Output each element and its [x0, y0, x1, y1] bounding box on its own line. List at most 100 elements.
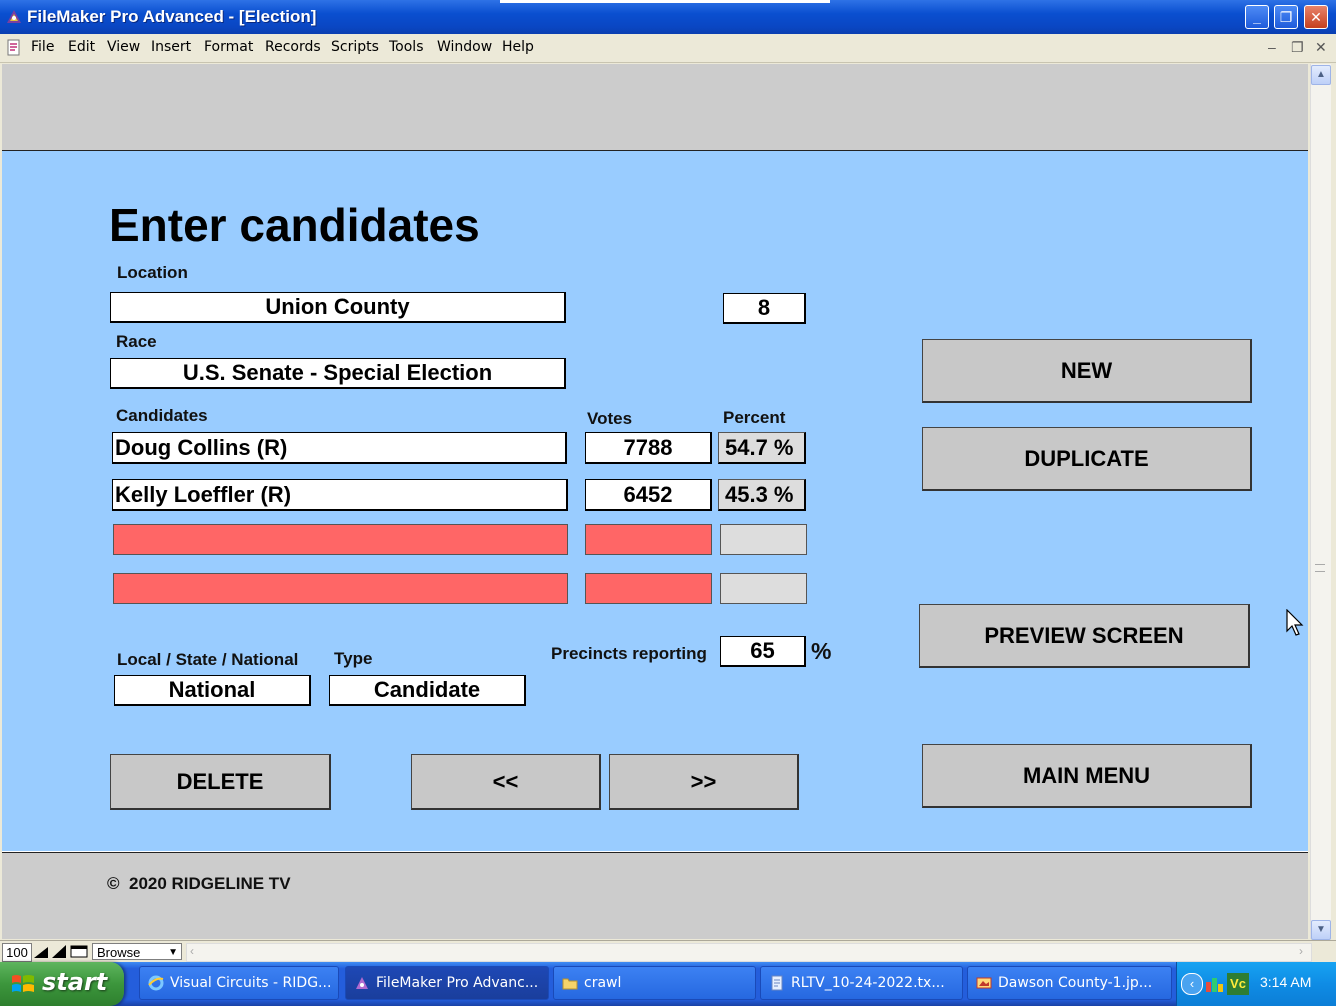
candidate-percent-field: 45.3 %: [718, 479, 806, 511]
copyright: © 2020 RIDGELINE TV: [107, 874, 291, 894]
doc-close-button[interactable]: ✕: [1315, 39, 1327, 56]
menu-scripts[interactable]: Scripts: [331, 39, 379, 55]
mode-value: Browse: [97, 945, 141, 960]
candidate-votes-field-empty[interactable]: [585, 573, 712, 604]
level-field[interactable]: National: [114, 675, 311, 706]
zoom-level[interactable]: 100: [2, 943, 32, 962]
doc-minimize-button[interactable]: –: [1268, 39, 1276, 55]
vertical-scrollbar[interactable]: ▲ ▼: [1310, 64, 1331, 940]
mouse-cursor-icon: [1286, 609, 1304, 636]
start-label: start: [42, 968, 108, 996]
candidate-percent-field: 54.7 %: [718, 432, 806, 464]
title-bar[interactable]: FileMaker Pro Advanced - [Election] _ ❐ …: [0, 0, 1336, 34]
duplicate-button[interactable]: DUPLICATE: [922, 427, 1252, 491]
menu-edit[interactable]: Edit: [68, 39, 95, 55]
notepad-icon: [771, 975, 783, 991]
tray-expand-icon[interactable]: ‹: [1181, 973, 1203, 995]
title-bar-highlight: [500, 0, 830, 3]
task-filemaker[interactable]: FileMaker Pro Advanc...: [345, 966, 549, 1000]
preview-screen-button[interactable]: PREVIEW SCREEN: [919, 604, 1250, 668]
candidate-votes-field-empty[interactable]: [585, 524, 712, 555]
scroll-left-icon[interactable]: ‹: [190, 944, 194, 958]
internet-explorer-icon: [148, 975, 164, 991]
folder-icon: [562, 978, 578, 990]
filemaker-app-icon[interactable]: [4, 7, 24, 27]
race-field[interactable]: U.S. Senate - Special Election: [110, 358, 566, 389]
menu-insert[interactable]: Insert: [151, 39, 191, 55]
menu-records[interactable]: Records: [265, 39, 321, 55]
type-field[interactable]: Candidate: [329, 675, 526, 706]
doc-restore-button[interactable]: ❐: [1291, 39, 1304, 56]
candidate-votes-field[interactable]: 6452: [585, 479, 712, 511]
scroll-up-icon[interactable]: ▲: [1311, 65, 1331, 85]
status-bar: 100 Browse ▼ ‹ ›: [0, 940, 1336, 963]
scroll-right-icon[interactable]: ›: [1299, 944, 1303, 958]
task-text-file[interactable]: RLTV_10-24-2022.tx...: [760, 966, 963, 1000]
next-record-button[interactable]: >>: [609, 754, 799, 810]
page-title: Enter candidates: [109, 199, 480, 251]
windows-logo-icon: [12, 975, 34, 992]
mode-selector[interactable]: Browse ▼: [92, 943, 182, 960]
type-label: Type: [334, 649, 373, 668]
task-image-file[interactable]: Dawson County-1.jp...: [967, 966, 1172, 1000]
clock: 3:14 AM: [1260, 974, 1312, 990]
status-toggle-icon[interactable]: [70, 944, 88, 959]
location-field[interactable]: Union County: [110, 292, 566, 323]
precincts-label: Precincts reporting: [551, 644, 707, 663]
menu-tools[interactable]: Tools: [389, 39, 424, 55]
task-label: RLTV_10-24-2022.tx...: [791, 975, 945, 991]
copyright-symbol: ©: [107, 874, 120, 893]
chevron-down-icon[interactable]: ▼: [168, 944, 178, 961]
menu-file[interactable]: File: [31, 39, 54, 55]
zoom-in-icon[interactable]: [51, 944, 67, 959]
precincts-field[interactable]: 65: [720, 636, 806, 667]
start-button[interactable]: start: [0, 962, 124, 1006]
close-button[interactable]: ✕: [1304, 5, 1328, 29]
window-title: FileMaker Pro Advanced - [Election]: [27, 7, 317, 26]
network-icon[interactable]: [1205, 974, 1225, 994]
level-label: Local / State / National: [117, 650, 299, 669]
menu-bar: File Edit View Insert Format Records Scr…: [0, 34, 1336, 63]
candidate-name-field[interactable]: Doug Collins (R): [112, 432, 567, 464]
filemaker-icon: [356, 977, 368, 989]
task-label: Visual Circuits - RIDG...: [170, 975, 332, 991]
vc-app-icon[interactable]: Vc: [1227, 973, 1249, 995]
percent-label: Percent: [723, 408, 786, 427]
new-button[interactable]: NEW: [922, 339, 1252, 403]
candidates-label: Candidates: [116, 406, 208, 425]
candidate-percent-field-empty: [720, 573, 807, 604]
task-visual-circuits[interactable]: Visual Circuits - RIDG...: [139, 966, 339, 1000]
menu-format[interactable]: Format: [204, 39, 253, 55]
task-label: FileMaker Pro Advanc...: [376, 975, 539, 991]
votes-label: Votes: [587, 409, 633, 428]
percent-sign: %: [811, 638, 832, 664]
previous-record-button[interactable]: <<: [411, 754, 601, 810]
minimize-button[interactable]: _: [1245, 5, 1269, 29]
image-viewer-icon: [976, 977, 992, 989]
main-menu-button[interactable]: MAIN MENU: [922, 744, 1252, 808]
scroll-down-icon[interactable]: ▼: [1311, 920, 1331, 940]
location-label: Location: [117, 263, 188, 282]
menu-window[interactable]: Window: [437, 39, 492, 55]
header-band: [2, 64, 1308, 151]
delete-button[interactable]: DELETE: [110, 754, 331, 810]
footer-band: [2, 852, 1308, 939]
task-label: Dawson County-1.jp...: [998, 975, 1153, 991]
menu-help[interactable]: Help: [502, 39, 534, 55]
candidate-name-field[interactable]: Kelly Loeffler (R): [112, 479, 568, 511]
candidate-percent-field-empty: [720, 524, 807, 555]
menu-view[interactable]: View: [107, 39, 140, 55]
location-number-field[interactable]: 8: [723, 293, 806, 324]
race-label: Race: [116, 332, 157, 351]
task-crawl[interactable]: crawl: [553, 966, 756, 1000]
scroll-grip-icon: [1315, 564, 1325, 572]
maximize-button[interactable]: ❐: [1274, 5, 1298, 29]
horizontal-scrollbar[interactable]: ‹ ›: [186, 943, 1312, 962]
task-label: crawl: [584, 975, 622, 991]
candidate-name-field-empty[interactable]: [113, 524, 568, 555]
candidate-votes-field[interactable]: 7788: [585, 432, 712, 464]
document-icon[interactable]: [6, 39, 22, 57]
system-tray: ‹ Vc 3:14 AM: [1176, 962, 1336, 1006]
candidate-name-field-empty[interactable]: [113, 573, 568, 604]
zoom-out-icon[interactable]: [33, 944, 49, 959]
